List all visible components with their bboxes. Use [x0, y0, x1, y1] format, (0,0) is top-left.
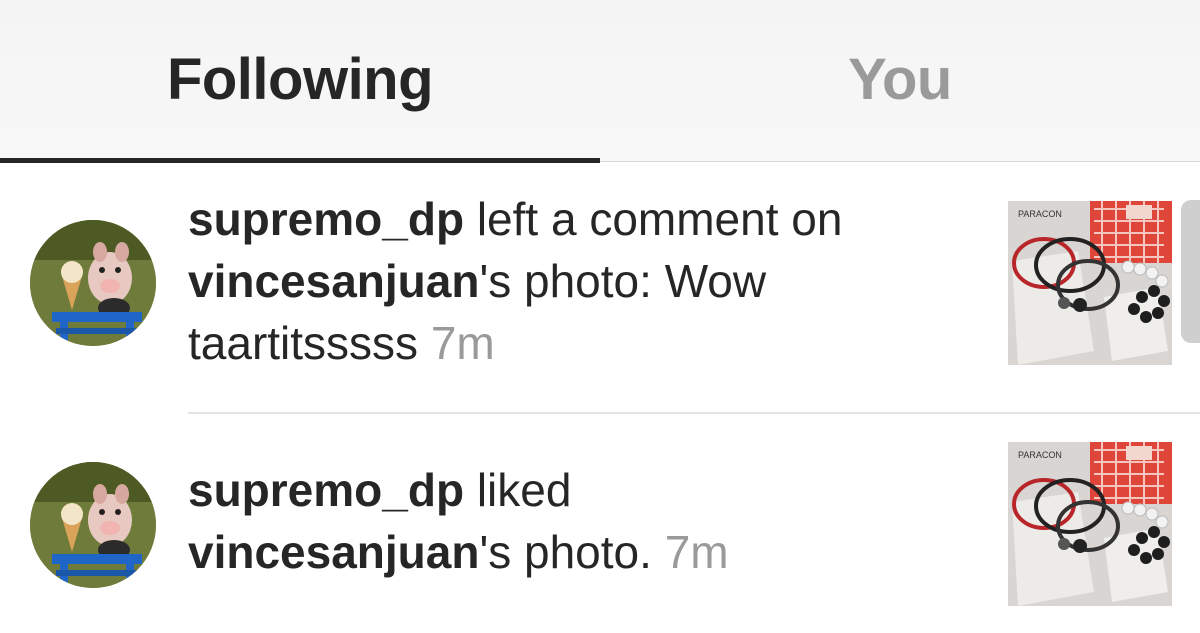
notification-timestamp: 7m — [664, 526, 729, 578]
pig-avatar-icon[interactable] — [30, 220, 156, 346]
scroll-indicator[interactable] — [1181, 200, 1200, 343]
pig-avatar-icon[interactable] — [30, 462, 156, 588]
tab-you[interactable]: You — [600, 0, 1200, 162]
svg-text:PARACON: PARACON — [1018, 209, 1062, 219]
notification-text: supremo_dp liked vincesanjuan's photo. 7… — [188, 459, 968, 583]
notification-item[interactable]: supremo_dp left a comment on vincesanjua… — [0, 163, 1200, 413]
notification-action: liked — [464, 464, 572, 516]
notification-suffix: 's photo. — [479, 526, 665, 578]
notification-target-user[interactable]: vincesanjuan — [188, 255, 479, 307]
bracelets-photo-thumbnail[interactable]: PARACON — [1008, 201, 1172, 365]
notification-action: left a comment on — [464, 193, 843, 245]
bracelets-photo-thumbnail[interactable]: PARACON — [1008, 442, 1172, 606]
notification-username[interactable]: supremo_dp — [188, 464, 464, 516]
notification-target-user[interactable]: vincesanjuan — [188, 526, 479, 578]
tab-following-label: Following — [166, 46, 434, 112]
notification-text: supremo_dp left a comment on vincesanjua… — [188, 188, 968, 374]
notification-item[interactable]: supremo_dp liked vincesanjuan's photo. 7… — [0, 414, 1200, 633]
activity-tab-bar: Following You — [0, 0, 1200, 163]
tab-bar-divider — [600, 161, 1200, 162]
notification-username[interactable]: supremo_dp — [188, 193, 464, 245]
tab-you-label: You — [848, 46, 952, 112]
svg-text:PARACON: PARACON — [1018, 450, 1062, 460]
notification-timestamp: 7m — [430, 317, 495, 369]
tab-following[interactable]: Following — [0, 0, 600, 162]
